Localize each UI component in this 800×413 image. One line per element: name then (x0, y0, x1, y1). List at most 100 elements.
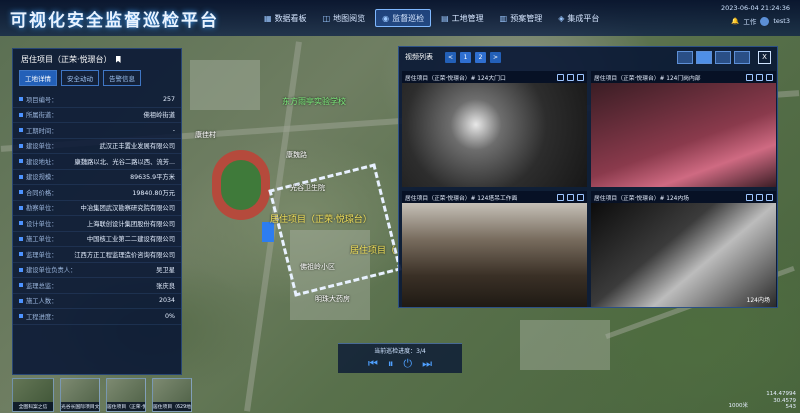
camera-feed[interactable] (591, 203, 776, 307)
camera-tile[interactable]: 居住项目（正荣·悦璟台）# 124内场 124内场 (591, 191, 776, 307)
page-1-button[interactable]: 1 (460, 51, 471, 63)
info-value: 2034 (158, 297, 175, 305)
nav-item-inspection[interactable]: ◉ 监督巡检 (375, 9, 432, 27)
nav-item-data-board[interactable]: ▦ 数据看板 (258, 9, 313, 27)
site-boundary[interactable] (268, 163, 402, 297)
previous-icon[interactable]: ⏮ (368, 357, 378, 371)
camera-titlebar: 居住项目（正荣·悦璟台）# 124塔吊工作面 (402, 191, 587, 203)
building-block (520, 320, 610, 370)
snapshot-icon[interactable] (756, 193, 763, 201)
camera-tile[interactable]: 居住项目（正荣·悦璟台）# 124大门口 (402, 71, 587, 187)
camera-controls (557, 193, 584, 201)
pause-icon[interactable]: ⏸ (388, 357, 394, 371)
bell-icon[interactable]: 🔔 (731, 17, 739, 25)
thumbnail[interactable]: 居住项目（629地块 (152, 378, 192, 412)
bullet-icon (19, 283, 23, 288)
record-icon[interactable] (557, 193, 564, 201)
snapshot-icon[interactable] (567, 73, 574, 81)
building-block (190, 60, 260, 110)
camera-tile[interactable]: 居住项目（正荣·悦璟台）# 124塔吊工作面 (402, 191, 587, 307)
layout-9-icon[interactable] (715, 50, 731, 64)
info-row: 工程进度： 0% (13, 309, 181, 325)
nav-label: 工地管理 (451, 13, 484, 23)
next-icon[interactable]: ⏭ (422, 357, 432, 371)
bullet-icon (19, 252, 23, 257)
bookmark-icon[interactable] (115, 56, 121, 63)
thumbnail[interactable]: 全图科案之信 (12, 378, 54, 412)
camera-feed[interactable] (402, 203, 587, 307)
nav-item-integration[interactable]: ◈ 集成平台 (552, 9, 605, 27)
main-nav: ▦ 数据看板 ◫ 地图阅览 ◉ 监督巡检 ▤ 工地管理 ▥ 预案管理 ◈ 集成平台 (258, 9, 605, 27)
grid-icon: ▦ (264, 13, 272, 23)
camera-name: 居住项目（正荣·悦璟台）# 124塔吊工作面 (405, 195, 518, 202)
site-map-label[interactable]: 居住项目（正荣·悦璟台） (270, 212, 372, 225)
info-row: 合同价格： 19840.80万元 (13, 185, 181, 201)
info-row: 勘察单位： 中冶集团武汉勘察研究院有限公司 (13, 201, 181, 216)
camera-controls (557, 73, 584, 81)
close-button[interactable]: X (758, 50, 771, 64)
tab-alerts[interactable]: 告警信息 (103, 70, 141, 86)
power-icon[interactable]: ⏻ (403, 357, 412, 371)
nav-label: 地图阅览 (333, 13, 366, 23)
bullet-icon (19, 143, 23, 148)
camera-feed[interactable] (402, 83, 587, 187)
fullscreen-icon[interactable] (577, 73, 584, 81)
layout-4-icon[interactable] (696, 50, 712, 64)
coordinates-readout: 114.47994 30.4579 543 (766, 391, 796, 411)
camera-tile[interactable]: 居住项目（正荣·悦璟台）# 124门岗内部 (591, 71, 776, 187)
user-info[interactable]: 🔔 工作 test3 (721, 16, 790, 26)
work-label[interactable]: 工作 (743, 16, 756, 26)
prev-page-button[interactable]: < (445, 51, 456, 63)
info-key: 合同价格： (26, 189, 58, 197)
nav-item-plan-management[interactable]: ▥ 预案管理 (494, 9, 549, 27)
fullscreen-icon[interactable] (766, 73, 773, 81)
layout-16-icon[interactable] (734, 50, 750, 64)
avatar[interactable] (760, 16, 770, 26)
info-row: 监理总监： 张庆良 (13, 278, 181, 294)
camera-feed[interactable] (591, 83, 776, 187)
thumbnail[interactable]: 居住项目（正荣·悦璟台） (106, 378, 146, 412)
tab-site-details[interactable]: 工地详情 (19, 70, 57, 86)
page-2-button[interactable]: 2 (475, 51, 486, 63)
info-value: 吴卫星 (156, 267, 175, 275)
camera-controls (746, 73, 773, 81)
info-row: 工期时间： - (13, 123, 181, 139)
altitude: 543 (785, 404, 797, 411)
next-page-button[interactable]: > (490, 51, 501, 63)
place-label: 佛祖岭小区 (300, 263, 335, 271)
info-value: 中国核工业第二二建设有限公司 (86, 236, 175, 244)
fullscreen-icon[interactable] (766, 193, 773, 201)
tab-safety[interactable]: 安全动动 (61, 70, 99, 86)
info-value: 佛祖岭街道 (143, 112, 175, 120)
info-row: 建设地址： 康魏路以北、光谷二路以西、流芳... (13, 154, 181, 170)
record-icon[interactable] (746, 73, 753, 81)
info-row: 建设单位负责人： 吴卫星 (13, 263, 181, 278)
thumbnail-label: 全图科案之信 (13, 402, 53, 411)
username[interactable]: test3 (773, 17, 790, 25)
thumbnail[interactable]: 光谷长国际项目文化广场1 (60, 378, 100, 412)
info-key: 监理单位： (26, 251, 58, 259)
camera-titlebar: 居住项目（正荣·悦璟台）# 124内场 (591, 191, 776, 203)
record-icon[interactable] (746, 193, 753, 201)
snapshot-icon[interactable] (567, 193, 574, 201)
nav-item-map-view[interactable]: ◫ 地图阅览 (317, 9, 372, 27)
latitude: 30.4579 (773, 397, 796, 404)
fullscreen-icon[interactable] (577, 193, 584, 201)
layout-switcher (677, 50, 750, 64)
info-key: 建设规模： (26, 174, 58, 182)
video-list-title: 视频列表 (405, 53, 433, 61)
longitude: 114.47994 (766, 391, 796, 398)
camera-titlebar: 居住项目（正荣·悦璟台）# 124门岗内部 (591, 71, 776, 83)
snapshot-icon[interactable] (756, 73, 763, 81)
nav-item-site-management[interactable]: ▤ 工地管理 (435, 9, 490, 27)
nav-label: 监督巡检 (392, 13, 425, 23)
camera-titlebar: 居住项目（正荣·悦璟台）# 124大门口 (402, 71, 587, 83)
info-row: 建设规模： 89635.9平方米 (13, 170, 181, 185)
inspection-playback: 当前巡检进度：3/4 ⏮ ⏸ ⏻ ⏭ (338, 343, 462, 373)
site-marker[interactable] (262, 222, 274, 242)
layout-1-icon[interactable] (677, 50, 693, 64)
info-row: 所属街道： 佛祖岭街道 (13, 108, 181, 123)
info-key: 工期时间： (26, 127, 58, 135)
record-icon[interactable] (557, 73, 564, 81)
bullet-icon (19, 205, 23, 210)
